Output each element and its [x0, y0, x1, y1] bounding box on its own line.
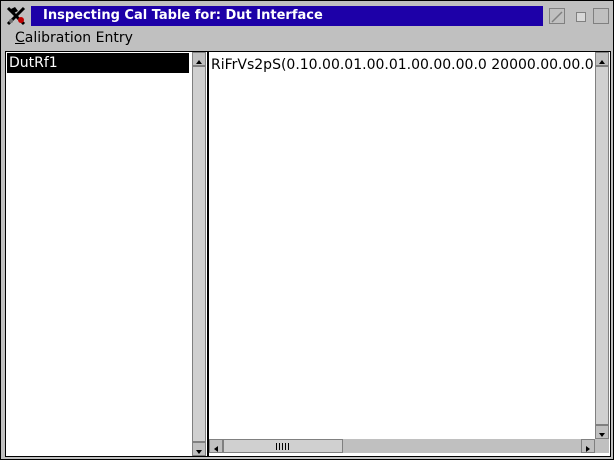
list-item[interactable]: DutRf1: [7, 53, 189, 73]
minimize-button[interactable]: [573, 8, 589, 24]
cal-entry-text: RiFrVs2pS(0.10.00.01.00.01.00.00.00.0 20…: [211, 57, 594, 73]
scroll-down-button[interactable]: [595, 425, 609, 439]
scroll-left-button[interactable]: [209, 439, 223, 453]
grip-icon: [275, 443, 290, 450]
arrow-right-icon: [586, 446, 590, 452]
menu-calibration-entry[interactable]: Calibration Entry: [15, 29, 133, 47]
arrow-down-icon: [196, 450, 202, 454]
scroll-right-button[interactable]: [581, 439, 595, 453]
arrow-left-icon: [214, 446, 218, 452]
tools-x-icon[interactable]: [5, 5, 27, 27]
cal-entry-details[interactable]: RiFrVs2pS(0.10.00.01.00.01.00.00.00.0 20…: [208, 51, 611, 457]
scroll-up-button[interactable]: [595, 52, 609, 66]
menu-mnemonic: C: [15, 30, 25, 46]
right-horizontal-scrollbar[interactable]: [209, 439, 595, 453]
close-icon: [551, 11, 563, 23]
right-vertical-scrollbar[interactable]: [595, 52, 609, 439]
menu-bar: Calibration Entry: [3, 28, 611, 48]
menu-label: alibration Entry: [24, 30, 133, 46]
close-button[interactable]: [549, 8, 565, 24]
cal-entry-list[interactable]: DutRf1: [5, 51, 208, 457]
detail-viewport: RiFrVs2pS(0.10.00.01.00.01.00.00.00.0 20…: [209, 52, 594, 437]
maximize-button[interactable]: [593, 8, 609, 24]
scroll-thumb[interactable]: [192, 66, 206, 442]
scrollbar-corner: [595, 439, 609, 453]
scroll-thumb[interactable]: [595, 66, 609, 425]
scroll-up-button[interactable]: [192, 52, 206, 66]
scroll-thumb[interactable]: [223, 439, 343, 453]
minimize-icon: [576, 12, 586, 22]
app-window: Inspecting Cal Table for: Dut Interface …: [0, 0, 614, 460]
window-title: Inspecting Cal Table for: Dut Interface: [31, 6, 543, 26]
title-bar: Inspecting Cal Table for: Dut Interface: [3, 4, 611, 28]
left-vertical-scrollbar[interactable]: [192, 52, 206, 456]
scroll-down-button[interactable]: [192, 442, 206, 456]
